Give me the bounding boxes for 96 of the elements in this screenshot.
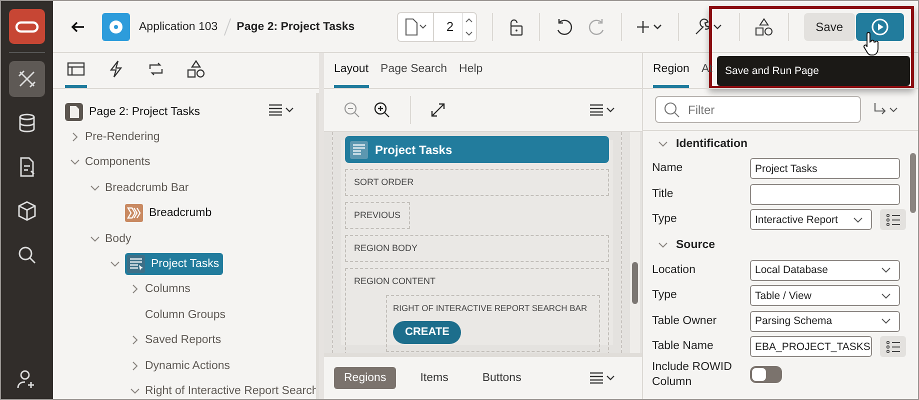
save-button[interactable]: Save [804,12,855,40]
chevron-right-icon[interactable] [70,132,80,142]
chevron-down-icon[interactable] [70,157,80,168]
tab[interactable]: Page Search [380,52,448,88]
breadcrumb-icon [125,204,143,222]
section-header[interactable]: Identification [676,138,748,150]
property-label: Table Owner [652,314,718,329]
text-field[interactable]: Project Tasks [750,158,900,180]
text-field[interactable]: EBA_PROJECT_TASKS [750,336,872,358]
tab[interactable]: Regions [334,367,396,389]
select-field[interactable]: Local Database [750,260,900,281]
property-label: Include ROWID Column [652,360,733,390]
logo-icon[interactable] [9,9,45,44]
tab[interactable]: Layout [334,52,369,88]
app-icon[interactable] [102,12,130,40]
play-icon [871,18,889,36]
chevron-down-icon[interactable] [90,182,100,193]
unlock-icon[interactable] [508,18,524,36]
slot-label: PREVIOUS [354,210,401,220]
page-selector[interactable] [397,12,434,42]
slot-label: SORT ORDER [354,177,414,187]
chevron-down-icon[interactable] [881,267,891,274]
property-label: Title [652,186,674,202]
toggle-switch[interactable] [750,366,782,383]
filter-input[interactable]: Filter [686,102,840,118]
tree-node[interactable]: Column Groups [145,304,230,326]
tree-node[interactable]: Components [85,151,154,174]
property-label: Location [652,262,696,278]
shapes-icon[interactable] [754,18,773,36]
undo-icon[interactable] [554,18,573,36]
menu-icon[interactable] [590,372,616,384]
page-number-field[interactable]: 2 [433,12,477,42]
chevron-right-icon[interactable] [130,284,140,294]
add-menu-icon[interactable] [636,20,663,34]
zoom-out-icon[interactable] [344,102,360,118]
menu-icon[interactable] [590,104,616,116]
report-icon [350,140,368,158]
tree-node[interactable]: Body [105,228,136,250]
tab[interactable]: Region [653,52,690,88]
chevron-down-icon[interactable] [110,259,120,270]
report-icon [127,255,145,274]
property-label: Type [652,212,678,228]
list-icon [886,340,900,353]
tree-node[interactable]: Dynamic Actions [145,354,234,377]
zoom-in-icon[interactable] [374,102,390,118]
chevron-down-icon[interactable] [658,240,668,250]
select-field[interactable]: Parsing Schema [750,310,900,332]
property-label: Table Name [652,339,714,354]
select-field[interactable]: Interactive Report [750,209,872,230]
application-link[interactable]: Application 103 [139,20,218,32]
tools-icon[interactable] [9,61,45,97]
chevron-right-icon[interactable] [130,360,140,371]
tree-node[interactable]: Columns [145,278,194,300]
tooltip: Save and Run Page [717,56,910,86]
go-to-menu-icon[interactable] [873,102,899,116]
select-field[interactable]: Table / View [750,285,900,306]
menu-icon[interactable] [269,104,295,116]
slot-label: REGION CONTENT [354,276,436,286]
property-label: Name [652,161,684,176]
slot-label: RIGHT OF INTERACTIVE REPORT SEARCH BAR [393,303,588,314]
tree-node[interactable]: Pre-Rendering [85,126,164,148]
run-button[interactable] [856,12,904,40]
expand-icon[interactable] [431,103,445,117]
chevron-down-icon[interactable] [881,318,891,324]
hand-cursor-icon [862,32,880,56]
tree-node[interactable]: Saved Reports [145,329,226,352]
list-picker-button[interactable] [880,209,906,230]
page-title: Page 2: Project Tasks [236,20,355,32]
slot-label: REGION BODY [354,243,418,253]
chevron-down-icon[interactable] [90,234,100,244]
chevron-down-icon[interactable] [658,138,668,148]
tree-node[interactable]: Project Tasks [125,253,224,276]
tab[interactable]: Help [459,52,483,88]
create-button[interactable]: CREATE [393,321,462,344]
tree-node[interactable]: Page 2: Project Tasks [65,100,204,123]
search-icon [664,102,680,118]
chevron-down-icon[interactable] [881,292,891,299]
scrollbar[interactable] [630,132,640,353]
list-icon [886,214,900,226]
wrench-menu-icon[interactable] [694,18,724,36]
page-icon [404,18,428,36]
tree-node[interactable]: Breadcrumb Bar [105,176,193,199]
text-field[interactable] [750,184,900,205]
back-arrow-icon[interactable] [71,20,85,32]
section-header[interactable]: Source [676,239,715,251]
tab[interactable]: Items [410,367,458,389]
chevron-down-icon[interactable] [130,386,140,396]
region-header[interactable]: Project Tasks [345,136,609,163]
property-label: Type [652,288,678,304]
page-icon [65,102,83,121]
tab[interactable]: Buttons [472,367,532,389]
tree-node[interactable]: Breadcrumb [125,202,216,224]
chevron-right-icon[interactable] [130,335,140,346]
list-picker-button[interactable] [880,336,906,358]
chevron-down-icon[interactable] [853,216,863,223]
filter-field[interactable]: Filter [655,96,861,123]
